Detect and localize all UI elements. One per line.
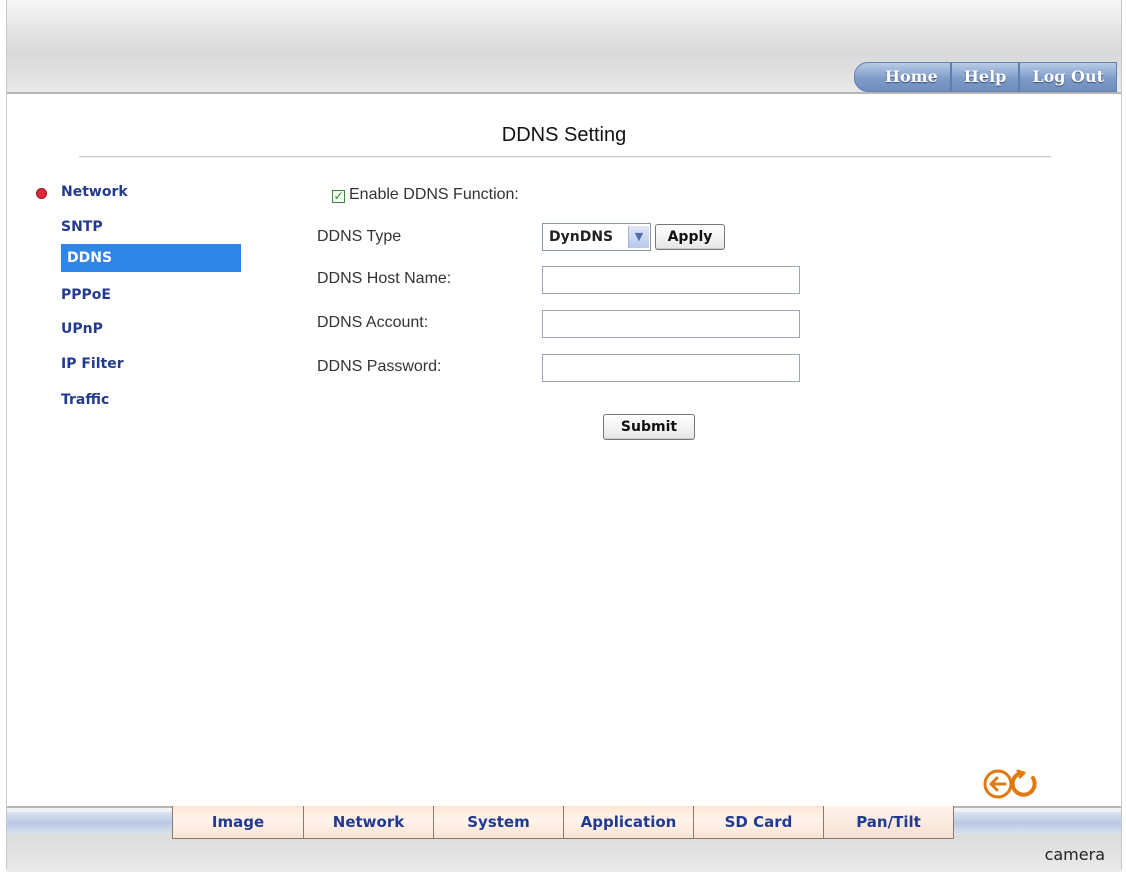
- sidebar-item-upnp[interactable]: UPnP: [61, 315, 103, 343]
- tab-application[interactable]: Application: [563, 806, 694, 839]
- submit-button[interactable]: Submit: [603, 414, 695, 440]
- ddns-type-value: DynDNS: [549, 229, 614, 245]
- sidebar-item-pppoe[interactable]: PPPoE: [61, 281, 111, 309]
- apply-button[interactable]: Apply: [655, 224, 725, 250]
- enable-ddns-checkbox[interactable]: ✓: [332, 190, 345, 203]
- logout-link[interactable]: Log Out: [1019, 62, 1117, 92]
- ddns-type-label: DDNS Type: [317, 228, 402, 245]
- ddns-host-name-input[interactable]: [542, 266, 800, 294]
- top-banner: Home Help Log Out: [7, 0, 1121, 94]
- sidebar-item-ddns[interactable]: DDNS: [61, 244, 241, 272]
- title-divider: [79, 156, 1051, 158]
- back-arrow-icon[interactable]: [983, 769, 1013, 799]
- bottom-tabs: Image Network System Application SD Card…: [172, 806, 954, 840]
- tab-image[interactable]: Image: [172, 806, 304, 839]
- sidebar-item-sntp[interactable]: SNTP: [61, 213, 103, 241]
- refresh-icon[interactable]: [1010, 769, 1037, 797]
- enable-ddns-label: Enable DDNS Function:: [349, 186, 519, 203]
- help-link[interactable]: Help: [950, 62, 1020, 92]
- ddns-password-label: DDNS Password:: [317, 358, 442, 375]
- top-nav: Home Help Log Out: [853, 62, 1117, 92]
- page-frame: Home Help Log Out DDNS Setting Network S…: [6, 0, 1122, 872]
- sidebar-item-traffic[interactable]: Traffic: [61, 386, 109, 414]
- nav-icons: [981, 764, 1041, 804]
- tab-network[interactable]: Network: [303, 806, 434, 839]
- home-link[interactable]: Home: [853, 62, 951, 92]
- main-content: DDNS Setting Network SNTP DDNS PPPoE UPn…: [7, 94, 1121, 806]
- active-bullet-icon: [37, 189, 46, 198]
- sidebar-item-ip-filter[interactable]: IP Filter: [61, 350, 124, 378]
- brand-label: camera: [1044, 845, 1105, 864]
- ddns-account-input[interactable]: [542, 310, 800, 338]
- ddns-account-label: DDNS Account:: [317, 314, 429, 331]
- ddns-host-name-label: DDNS Host Name:: [317, 270, 452, 287]
- tab-system[interactable]: System: [433, 806, 564, 839]
- tab-sd-card[interactable]: SD Card: [693, 806, 824, 839]
- ddns-type-select[interactable]: DynDNS ▼: [542, 223, 651, 251]
- ddns-password-input[interactable]: [542, 354, 800, 382]
- tab-pan-tilt[interactable]: Pan/Tilt: [823, 806, 954, 839]
- page-title: DDNS Setting: [501, 124, 627, 146]
- sidebar-item-network[interactable]: Network: [61, 178, 128, 206]
- chevron-down-icon[interactable]: ▼: [628, 226, 649, 248]
